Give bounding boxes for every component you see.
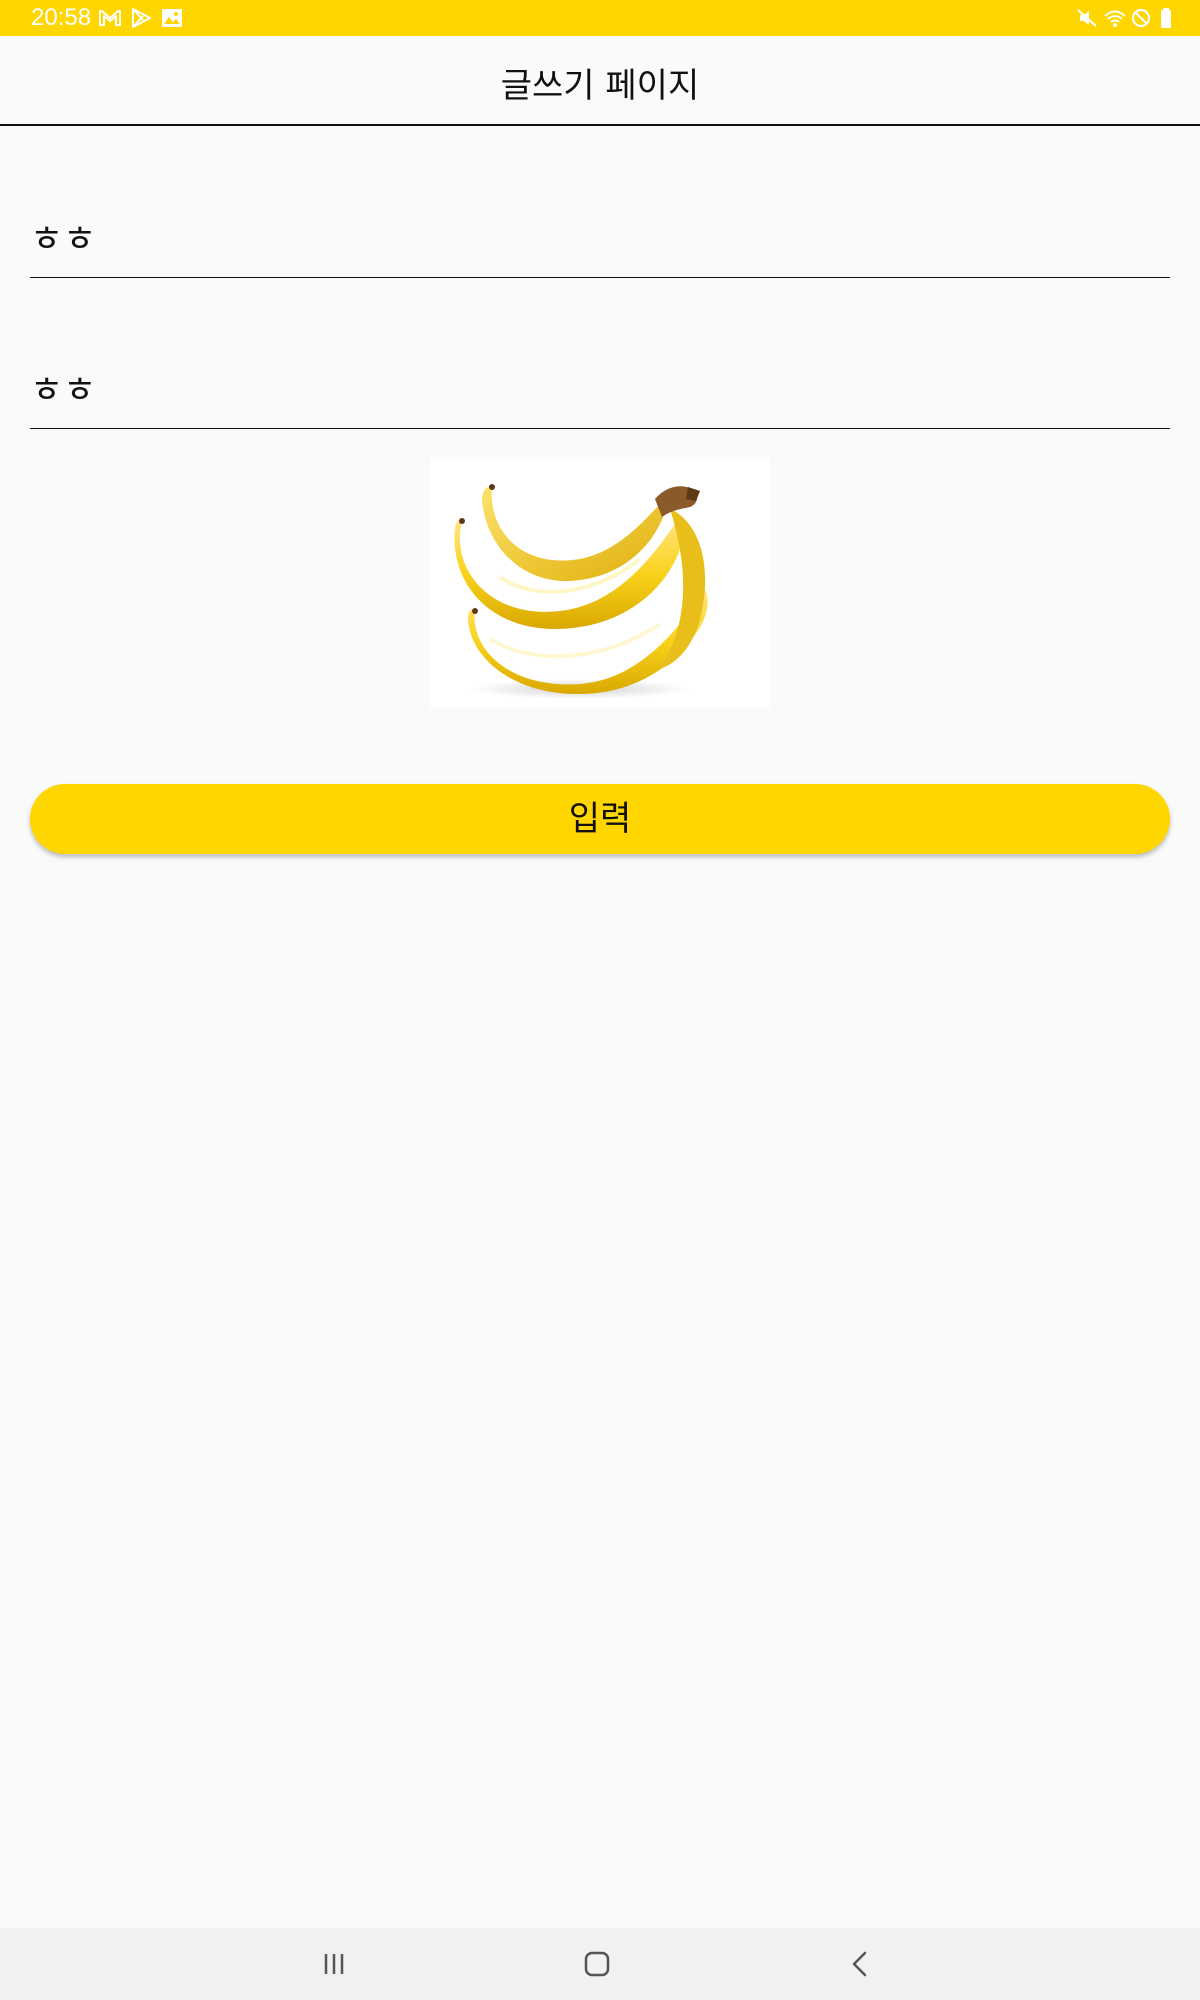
gmail-icon <box>98 7 122 29</box>
app-bar: 글쓰기 페이지 <box>0 36 1200 126</box>
recent-apps-icon[interactable] <box>314 1944 354 1984</box>
wifi-icon <box>1103 7 1127 29</box>
title-input-value: ㅎㅎ <box>30 219 97 260</box>
navigation-bar <box>0 1928 1200 2000</box>
back-icon[interactable] <box>840 1944 880 1984</box>
content-input[interactable]: ㅎㅎ <box>30 309 1170 429</box>
content-input-value: ㅎㅎ <box>30 370 97 411</box>
mute-icon <box>1075 7 1099 29</box>
do-not-disturb-icon <box>1129 7 1153 29</box>
battery-icon <box>1155 7 1179 29</box>
play-store-icon <box>129 7 153 29</box>
write-page: 20:58 글쓰기 페이지 ㅎㅎ ㅎㅎ 입력 <box>0 0 1200 2000</box>
status-time: 20:58 <box>31 4 92 31</box>
submit-button[interactable]: 입력 <box>30 784 1170 854</box>
page-title: 글쓰기 페이지 <box>500 66 700 106</box>
status-bar: 20:58 <box>0 0 1200 36</box>
title-input[interactable]: ㅎㅎ <box>30 158 1170 278</box>
banana-image[interactable] <box>430 459 770 708</box>
home-icon[interactable] <box>577 1944 617 1984</box>
gallery-icon <box>160 7 184 29</box>
